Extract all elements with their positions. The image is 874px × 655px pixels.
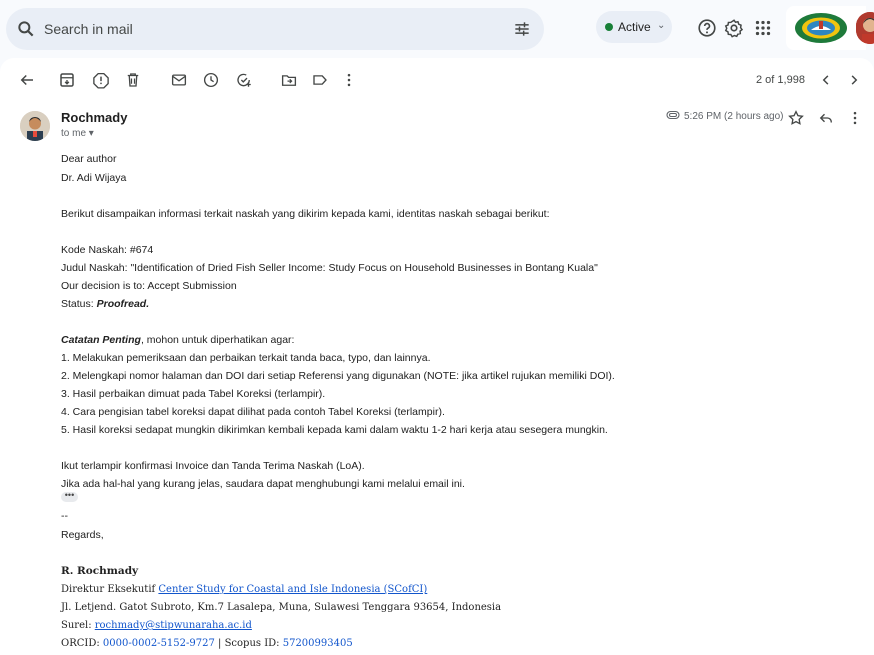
scopus-prefix: | Scopus ID: bbox=[214, 638, 283, 649]
regards-line: Regards, bbox=[61, 529, 104, 541]
org-link[interactable]: Center Study for Coastal and Isle Indone… bbox=[158, 584, 427, 595]
signature-address: Jl. Letjend. Gatot Subroto, Km.7 Lasalep… bbox=[61, 602, 502, 613]
archive-icon[interactable] bbox=[58, 71, 76, 89]
notes-heading-line: Catatan Penting, mohon untuk diperhatika… bbox=[61, 334, 294, 347]
note-item-2: 2. Melengkapi nomor halaman dan DOI dari… bbox=[61, 370, 615, 382]
signature-email-line: Surel: rochmady@stipwunaraha.ac.id bbox=[61, 617, 252, 635]
star-icon[interactable] bbox=[787, 109, 805, 127]
notes-heading-bold: Catatan Penting bbox=[61, 334, 141, 346]
top-bar: Active ⌄ bbox=[0, 0, 874, 58]
signature-separator: -- bbox=[61, 510, 68, 522]
back-icon[interactable] bbox=[18, 71, 36, 89]
status-selector[interactable]: Active ⌄ bbox=[596, 11, 672, 43]
reply-icon[interactable] bbox=[817, 109, 835, 127]
sender-avatar[interactable] bbox=[20, 111, 50, 141]
pagination-count: 2 of 1,998 bbox=[756, 74, 805, 86]
orcid-link[interactable]: 0000-0002-5152-9727 bbox=[103, 638, 215, 649]
snooze-icon[interactable] bbox=[202, 71, 220, 89]
message-view: 2 of 1,998 Rochmady to me ▾ 5:26 PM (2 h… bbox=[0, 58, 874, 655]
label-icon[interactable] bbox=[311, 71, 329, 89]
mark-unread-icon[interactable] bbox=[170, 71, 188, 89]
next-icon[interactable] bbox=[845, 71, 863, 89]
attachment-icon bbox=[666, 110, 680, 120]
recipient-label: to me bbox=[61, 128, 87, 139]
university-emblem-icon bbox=[795, 13, 847, 43]
report-spam-icon[interactable] bbox=[92, 71, 110, 89]
intro-line: Berikut disampaikan informasi terkait na… bbox=[61, 208, 550, 220]
contact-note-line: Jika ada hal-hal yang kurang jelas, saud… bbox=[61, 478, 465, 490]
orcid-prefix: ORCID: bbox=[61, 638, 103, 649]
note-item-1: 1. Melakukan pemeriksaan dan perbaikan t… bbox=[61, 352, 431, 364]
status-line-label: Status: bbox=[61, 298, 97, 310]
greeting-line: Dear author bbox=[61, 153, 117, 165]
organization-logo[interactable] bbox=[786, 6, 866, 50]
note-item-5: 5. Hasil koreksi sedapat mungkin dikirim… bbox=[61, 424, 608, 436]
signature-title-line: Direktur Eksekutif Center Study for Coas… bbox=[61, 581, 427, 599]
note-item-4: 4. Cara pengisian tabel koreksi dapat di… bbox=[61, 406, 445, 418]
delete-icon[interactable] bbox=[124, 71, 142, 89]
settings-icon[interactable] bbox=[723, 17, 745, 39]
signature-ids-line: ORCID: 0000-0002-5152-9727 | Scopus ID: … bbox=[61, 635, 353, 653]
search-icon[interactable] bbox=[16, 19, 36, 39]
status-label: Active bbox=[618, 20, 651, 34]
search-bar[interactable] bbox=[6, 8, 544, 50]
more-vert-icon[interactable] bbox=[846, 109, 864, 127]
manuscript-code-line: Kode Naskah: #674 bbox=[61, 244, 154, 256]
caret-down-icon: ▾ bbox=[88, 128, 94, 139]
prev-icon[interactable] bbox=[817, 71, 835, 89]
signature-title-prefix: Direktur Eksekutif bbox=[61, 584, 159, 595]
attachment-note-line: Ikut terlampir konfirmasi Invoice dan Ta… bbox=[61, 460, 365, 472]
search-input[interactable] bbox=[44, 19, 444, 39]
manuscript-title-line: Judul Naskah: "Identification of Dried F… bbox=[61, 262, 598, 274]
note-item-3: 3. Hasil perbaikan dimuat pada Tabel Kor… bbox=[61, 388, 326, 400]
show-trimmed-content-button[interactable]: ••• bbox=[61, 491, 78, 502]
help-icon[interactable] bbox=[696, 17, 718, 39]
recipient-toggle[interactable]: to me ▾ bbox=[61, 128, 94, 139]
signature-name: R. Rochmady bbox=[61, 565, 139, 577]
message-time: 5:26 PM (2 hours ago) bbox=[684, 111, 784, 122]
more-icon[interactable] bbox=[340, 71, 358, 89]
apps-icon[interactable] bbox=[752, 17, 774, 39]
chevron-down-icon: ⌄ bbox=[657, 20, 666, 31]
status-line-value: Proofread. bbox=[96, 298, 150, 310]
status-line: Status: Proofread. bbox=[61, 298, 149, 311]
filter-icon[interactable] bbox=[512, 19, 532, 39]
notes-heading-rest: , mohon untuk diperhatikan agar: bbox=[140, 334, 295, 346]
account-avatar[interactable] bbox=[856, 12, 874, 44]
decision-line: Our decision is to: Accept Submission bbox=[61, 280, 237, 292]
move-to-icon[interactable] bbox=[280, 71, 298, 89]
add-task-icon[interactable] bbox=[235, 71, 253, 89]
recipient-name-line: Dr. Adi Wijaya bbox=[61, 172, 127, 184]
signature-email-prefix: Surel: bbox=[61, 620, 95, 631]
message-toolbar: 2 of 1,998 bbox=[0, 58, 874, 102]
status-dot bbox=[605, 23, 613, 31]
scopus-link[interactable]: 57200993405 bbox=[283, 638, 353, 649]
email-link[interactable]: rochmady@stipwunaraha.ac.id bbox=[95, 620, 252, 631]
sender-name[interactable]: Rochmady bbox=[61, 110, 127, 125]
